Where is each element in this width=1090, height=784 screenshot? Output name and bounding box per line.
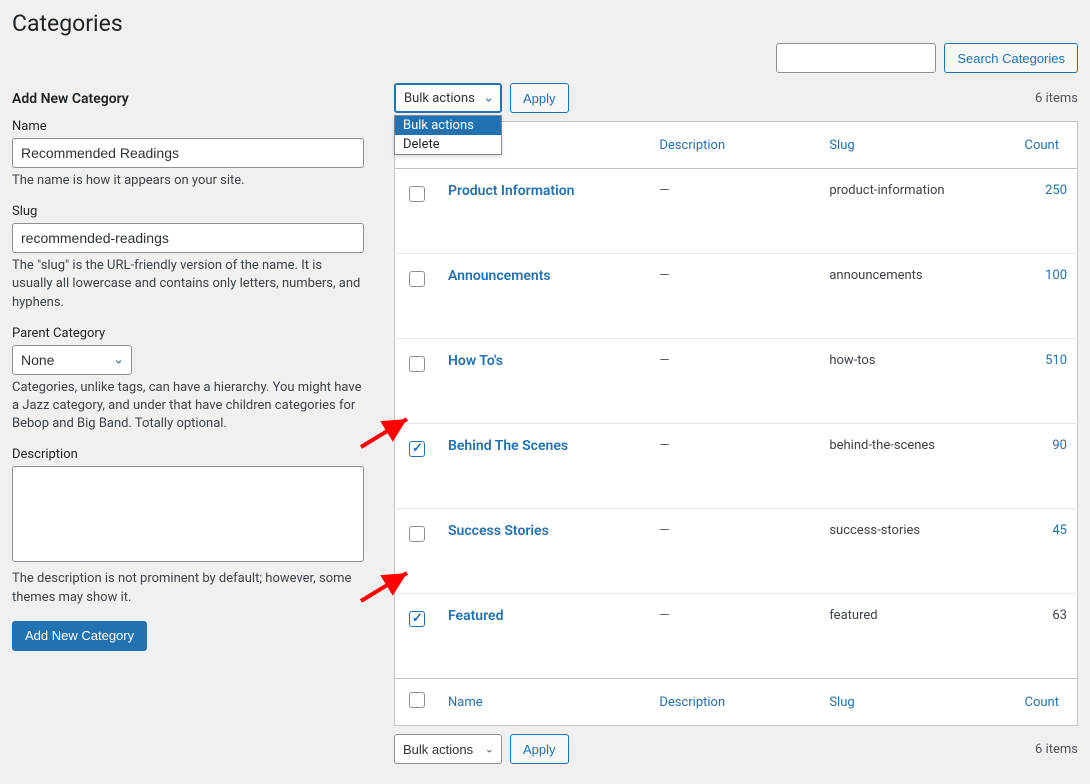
row-checkbox[interactable]	[409, 186, 425, 202]
category-description: —	[649, 424, 819, 509]
col-slug[interactable]: Slug	[819, 122, 1014, 169]
category-name-link[interactable]: Announcements	[448, 268, 551, 284]
bulk-actions-select-bottom[interactable]: Bulk actions Delete	[394, 734, 502, 764]
bulk-option-delete[interactable]: Delete	[395, 135, 501, 154]
table-row: Announcements —announcements 100	[395, 254, 1078, 339]
category-name-link[interactable]: Product Information	[448, 183, 574, 199]
search-categories-button[interactable]: Search Categories	[944, 43, 1078, 73]
select-all-bottom[interactable]	[409, 692, 425, 708]
category-count-link[interactable]: 250	[1045, 183, 1067, 198]
category-count-link[interactable]: 100	[1045, 268, 1067, 283]
category-slug: success-stories	[819, 509, 1014, 594]
table-row: Product Information —product-information 2…	[395, 169, 1078, 254]
items-count-bottom: 6 items	[1035, 742, 1078, 757]
bulk-actions-select-top[interactable]: Bulk actions	[394, 83, 502, 113]
table-row: Behind The Scenes —behind-the-scenes 90	[395, 424, 1078, 509]
category-slug: product-information	[819, 169, 1014, 254]
category-slug: behind-the-scenes	[819, 424, 1014, 509]
apply-button-bottom[interactable]: Apply	[510, 734, 569, 764]
category-description: —	[649, 339, 819, 424]
search-input[interactable]	[776, 43, 936, 73]
row-checkbox[interactable]	[409, 441, 425, 457]
description-field[interactable]	[12, 466, 364, 562]
bulk-actions-selected: Bulk actions	[404, 91, 475, 106]
category-description: —	[649, 254, 819, 339]
category-description: —	[649, 594, 819, 679]
items-count-top: 6 items	[1035, 91, 1078, 106]
category-slug: announcements	[819, 254, 1014, 339]
category-count: 63	[1052, 608, 1067, 623]
category-name-link[interactable]: How To's	[448, 353, 503, 369]
col-name-foot[interactable]: Name	[438, 679, 649, 726]
col-description-foot[interactable]: Description	[649, 679, 819, 726]
col-description[interactable]: Description	[649, 122, 819, 169]
slug-label: Slug	[12, 204, 364, 219]
slug-field[interactable]	[12, 223, 364, 253]
col-slug-foot[interactable]: Slug	[819, 679, 1014, 726]
row-checkbox[interactable]	[409, 526, 425, 542]
category-description: —	[649, 509, 819, 594]
slug-help: The "slug" is the URL-friendly version o…	[12, 257, 364, 312]
category-count-link[interactable]: 45	[1052, 523, 1067, 538]
parent-help: Categories, unlike tags, can have a hier…	[12, 379, 364, 434]
page-title: Categories	[12, 10, 1078, 37]
category-slug: featured	[819, 594, 1014, 679]
name-help: The name is how it appears on your site.	[12, 172, 364, 190]
category-slug: how-tos	[819, 339, 1014, 424]
name-field[interactable]	[12, 138, 364, 168]
name-label: Name	[12, 119, 364, 134]
col-count[interactable]: Count	[1015, 122, 1078, 169]
category-count-link[interactable]: 510	[1045, 353, 1067, 368]
row-checkbox[interactable]	[409, 271, 425, 287]
category-name-link[interactable]: Featured	[448, 608, 503, 624]
add-new-category-button[interactable]: Add New Category	[12, 621, 147, 651]
categories-table: Name Description Slug Count Product Info…	[394, 121, 1078, 726]
table-row: Success Stories —success-stories 45	[395, 509, 1078, 594]
col-count-foot[interactable]: Count	[1015, 679, 1078, 726]
bulk-actions-dropdown: Bulk actions Delete	[394, 115, 502, 155]
category-name-link[interactable]: Success Stories	[448, 523, 549, 539]
category-count-link[interactable]: 90	[1052, 438, 1067, 453]
add-new-heading: Add New Category	[12, 91, 364, 107]
category-description: —	[649, 169, 819, 254]
row-checkbox[interactable]	[409, 356, 425, 372]
table-row: How To's —how-tos 510	[395, 339, 1078, 424]
parent-select[interactable]: None	[12, 345, 132, 375]
bulk-option-bulk-actions[interactable]: Bulk actions	[395, 116, 501, 135]
apply-button-top[interactable]: Apply	[510, 83, 569, 113]
table-row: Featured —featured 63	[395, 594, 1078, 679]
row-checkbox[interactable]	[409, 611, 425, 627]
parent-label: Parent Category	[12, 326, 364, 341]
description-help: The description is not prominent by defa…	[12, 570, 364, 606]
category-name-link[interactable]: Behind The Scenes	[448, 438, 568, 454]
description-label: Description	[12, 447, 364, 462]
